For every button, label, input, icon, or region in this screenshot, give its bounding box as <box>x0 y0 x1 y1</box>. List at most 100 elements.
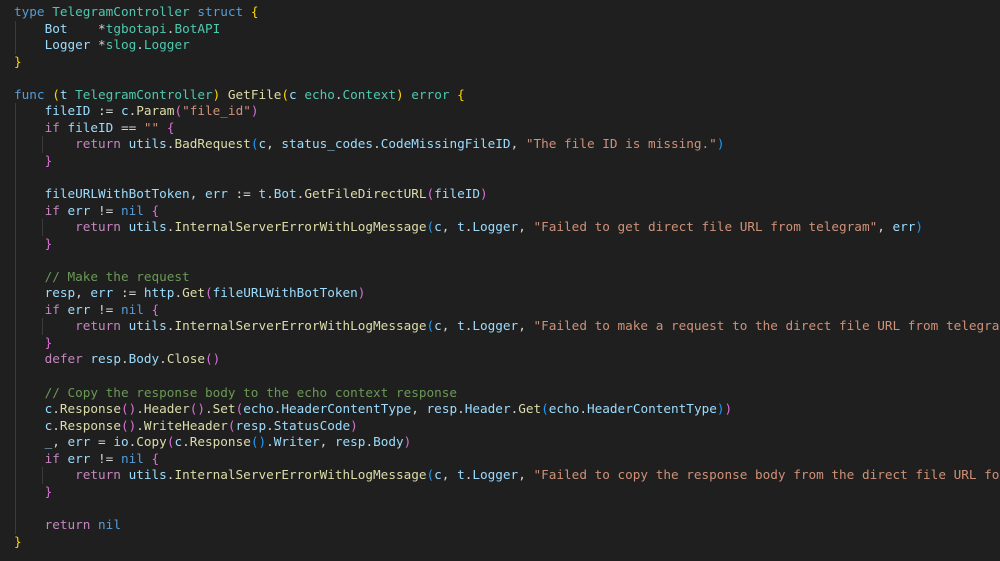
code-token: InternalServerErrorWithLogMessage <box>174 318 427 334</box>
code-token: . <box>579 401 587 417</box>
code-line: // Make the request <box>14 268 1000 286</box>
code-token: Copy <box>136 434 167 450</box>
code-line: Bot *tgbotapi.BotAPI <box>14 20 1000 38</box>
code-token: . <box>136 401 144 417</box>
code-token: err <box>892 219 916 235</box>
code-token: Close <box>166 351 206 367</box>
code-token: Response <box>59 401 121 417</box>
code-token: , <box>518 219 534 235</box>
code-token: ) <box>716 401 725 417</box>
code-token: "Failed to copy the response body from t… <box>533 467 1000 483</box>
indent-guide <box>15 252 16 269</box>
code-token: BotAPI <box>174 20 221 36</box>
code-line: fileID := c.Param("file_id") <box>14 103 1000 120</box>
code-token: error <box>411 86 450 102</box>
code-token: , <box>411 401 427 417</box>
code-token: () <box>120 417 137 433</box>
code-token: } <box>44 235 53 251</box>
code-line: } <box>14 534 1000 551</box>
code-line: // Copy the response body to the echo co… <box>14 384 1000 402</box>
code-token: * <box>98 37 106 53</box>
code-token: echo <box>243 401 274 417</box>
code-line: if err != nil { <box>14 301 1000 319</box>
code-line: _, err = io.Copy(c.Response().Writer, re… <box>14 434 1000 451</box>
code-token: Response <box>189 434 251 450</box>
code-token: Set <box>212 401 236 417</box>
code-token: GetFileDirectURL <box>304 186 427 202</box>
code-token: () <box>205 351 221 367</box>
code-token: "file_id" <box>182 103 251 119</box>
code-token: Param <box>136 103 175 119</box>
code-token: defer <box>44 351 83 367</box>
code-token: , <box>441 219 458 235</box>
code-token: BadRequest <box>174 136 251 152</box>
code-token: Get <box>518 401 542 417</box>
code-token: , <box>52 434 68 450</box>
code-token: c <box>258 136 267 152</box>
code-token: resp <box>44 285 76 301</box>
code-token: utils <box>128 318 167 334</box>
code-line: Logger *slog.Logger <box>14 37 1000 54</box>
indent-guide <box>15 467 16 484</box>
code-line: } <box>14 334 1000 352</box>
code-token: . <box>52 417 60 433</box>
code-token: "Failed to get direct file URL from tele… <box>533 219 878 235</box>
code-token: // Make the request <box>44 268 190 284</box>
indent-guide <box>15 235 16 253</box>
indent-guide <box>41 318 43 335</box>
code-token: . <box>457 401 465 417</box>
code-token: , <box>319 434 335 450</box>
code-token: ) <box>716 136 725 152</box>
code-line: type TelegramController struct { <box>14 4 1000 21</box>
code-token: http <box>143 285 175 301</box>
code-line: resp, err := http.Get(fileURLWithBotToke… <box>14 285 1000 302</box>
code-block[interactable]: type TelegramController struct { Bot *tg… <box>14 4 1000 550</box>
code-token: nil <box>120 301 144 317</box>
code-token: Get <box>182 285 206 301</box>
indent-guide <box>15 483 16 501</box>
indent-guide <box>15 301 16 319</box>
code-token: ) <box>724 401 733 417</box>
code-token: GetFile <box>227 86 282 102</box>
code-token: fileID <box>434 186 481 202</box>
code-line: ​ <box>14 169 1000 187</box>
code-editor[interactable]: type TelegramController struct { Bot *tg… <box>0 0 1000 561</box>
code-token: . <box>266 186 274 202</box>
code-token: io <box>113 434 129 450</box>
code-line: defer resp.Body.Close() <box>14 351 1000 369</box>
code-token: fileURLWithBotToken <box>44 186 190 202</box>
code-token: type <box>14 4 53 19</box>
code-token: ( <box>426 219 435 235</box>
code-token: CodeMissingFileID <box>380 136 511 152</box>
indent-guide <box>15 384 16 402</box>
code-token: nil <box>120 450 144 466</box>
code-token: utils <box>128 467 167 483</box>
indent-guide <box>15 136 16 153</box>
indent-guide <box>15 334 16 352</box>
code-token: slog <box>105 37 137 53</box>
code-line: if err != nil { <box>14 450 1000 468</box>
code-token: if <box>44 119 60 135</box>
code-token: } <box>14 53 22 69</box>
code-token: TelegramController <box>52 4 190 19</box>
code-line: return nil <box>14 516 1000 534</box>
indent-guide <box>15 186 16 203</box>
code-line: } <box>14 152 1000 170</box>
code-token: InternalServerErrorWithLogMessage <box>174 219 427 235</box>
code-token: WriteHeader <box>143 417 228 433</box>
code-line: if fileID == "" { <box>14 119 1000 137</box>
code-token: err <box>67 434 91 450</box>
code-line: func (t TelegramController) GetFile(c ec… <box>14 87 1000 104</box>
code-token: "" <box>143 119 160 135</box>
